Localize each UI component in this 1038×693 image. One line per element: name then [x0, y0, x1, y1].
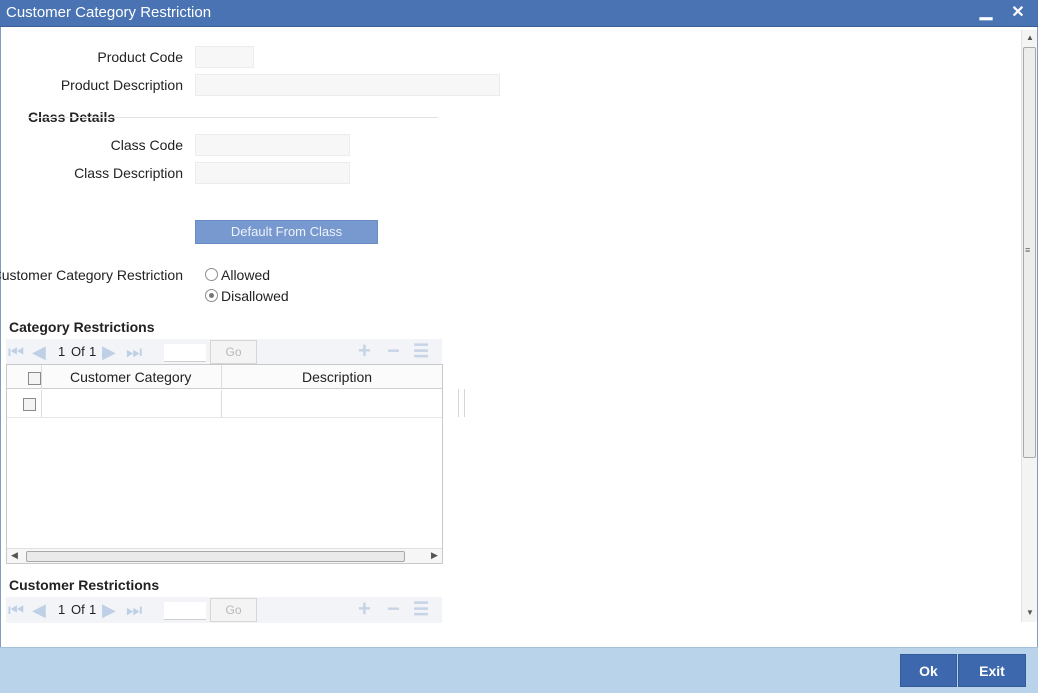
customer-category-header[interactable]: Customer Category [70, 369, 191, 385]
category-pager: ⏮ ◀ 1 Of 1 ▶ ⏭ Go + − ☰ [6, 339, 442, 365]
total-pages: 1 [89, 344, 97, 359]
window-titlebar: Customer Category Restriction ▁ ✕ [0, 0, 1038, 27]
grid-header: Customer Category Description [7, 365, 442, 389]
product-code-label: Product Code [97, 49, 183, 65]
list-view-icon[interactable]: ☰ [413, 599, 429, 619]
add-row-icon[interactable]: + [358, 340, 371, 362]
footer-bar: Ok Exit [0, 647, 1038, 693]
grid-overflow-separator [458, 389, 459, 417]
go-button[interactable]: Go [210, 598, 257, 622]
window-title: Customer Category Restriction [6, 4, 212, 21]
current-page: 1 [58, 344, 66, 359]
table-row [7, 390, 442, 418]
product-description-label: Product Description [60, 77, 183, 93]
select-all-checkbox[interactable] [28, 372, 41, 385]
column-separator [221, 390, 222, 417]
customer-pager: ⏮ ◀ 1 Of 1 ▶ ⏭ Go + − ☰ [6, 597, 442, 623]
disallowed-radio-label: Disallowed [221, 288, 289, 304]
scroll-thumb[interactable] [26, 551, 405, 562]
total-pages: 1 [89, 602, 97, 617]
scroll-right-icon[interactable]: ▶ [431, 550, 438, 561]
page-number-input[interactable] [164, 344, 206, 362]
column-separator [221, 365, 222, 389]
scroll-down-icon[interactable]: ▼ [1026, 608, 1034, 617]
class-code-label: Class Code [110, 137, 183, 153]
ok-button[interactable]: Ok [900, 654, 957, 687]
scroll-grip-icon: ≡ [1025, 245, 1031, 255]
page-of-label: Of [71, 602, 85, 617]
delete-row-icon[interactable]: − [387, 340, 400, 362]
class-details-divider [28, 117, 438, 118]
class-description-label: Class Description [74, 165, 183, 181]
column-separator [41, 365, 42, 389]
description-header[interactable]: Description [302, 369, 372, 385]
delete-row-icon[interactable]: − [387, 598, 400, 620]
class-code-field[interactable] [195, 134, 350, 156]
customer-category-restriction-label: Customer Category Restriction [0, 267, 183, 283]
row-checkbox[interactable] [23, 398, 36, 411]
next-page-icon[interactable]: ▶ [102, 601, 116, 619]
allowed-radio-label: Allowed [221, 267, 271, 283]
list-view-icon[interactable]: ☰ [413, 341, 429, 361]
product-code-field[interactable] [195, 46, 254, 68]
customer-restrictions-title: Customer Restrictions [9, 577, 160, 593]
class-description-field[interactable] [195, 162, 350, 184]
close-icon[interactable]: ✕ [1008, 2, 1028, 22]
page-number-input[interactable] [164, 602, 206, 620]
allowed-radio[interactable] [205, 268, 218, 281]
go-button[interactable]: Go [210, 340, 257, 364]
default-from-class-button[interactable]: Default From Class [195, 220, 378, 244]
window-frame-left [0, 27, 1, 647]
category-restrictions-title: Category Restrictions [9, 319, 155, 335]
vertical-scrollbar[interactable]: ▲ ≡ ▼ [1021, 30, 1037, 622]
scroll-up-icon[interactable]: ▲ [1026, 33, 1034, 42]
add-row-icon[interactable]: + [358, 598, 371, 620]
exit-button[interactable]: Exit [958, 654, 1026, 687]
previous-page-icon[interactable]: ◀ [32, 601, 46, 619]
column-separator [41, 390, 42, 417]
scroll-left-icon[interactable]: ◀ [11, 550, 18, 561]
next-page-icon[interactable]: ▶ [102, 343, 116, 361]
first-page-icon[interactable]: ⏮ [8, 601, 24, 619]
page-of-label: Of [71, 344, 85, 359]
previous-page-icon[interactable]: ◀ [32, 343, 46, 361]
grid-overflow-separator [464, 389, 465, 417]
current-page: 1 [58, 602, 66, 617]
product-description-field[interactable] [195, 74, 500, 96]
last-page-icon[interactable]: ⏭ [126, 343, 142, 361]
minimize-icon[interactable]: ▁ [976, 1, 996, 21]
first-page-icon[interactable]: ⏮ [8, 343, 24, 361]
disallowed-radio[interactable] [205, 289, 218, 302]
last-page-icon[interactable]: ⏭ [126, 601, 142, 619]
horizontal-scrollbar[interactable]: ◀ ▶ [7, 548, 442, 563]
category-restrictions-grid: Customer Category Description ◀ ▶ [6, 364, 443, 564]
